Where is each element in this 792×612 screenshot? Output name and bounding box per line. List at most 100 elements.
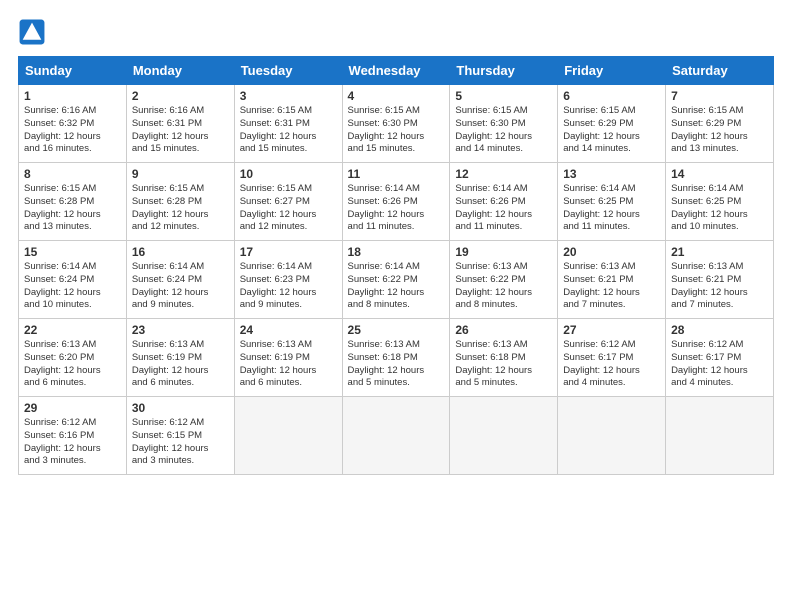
weekday-header-cell: Sunday: [19, 57, 127, 85]
cell-info-line: Daylight: 12 hours: [671, 365, 768, 378]
cell-info-line: Daylight: 12 hours: [132, 209, 229, 222]
calendar-cell: 25Sunrise: 6:13 AMSunset: 6:18 PMDayligh…: [342, 319, 450, 397]
day-number: 7: [671, 89, 768, 103]
cell-info-line: Daylight: 12 hours: [240, 365, 337, 378]
calendar-cell: 29Sunrise: 6:12 AMSunset: 6:16 PMDayligh…: [19, 397, 127, 475]
cell-info-line: Sunset: 6:18 PM: [455, 352, 552, 365]
weekday-header-cell: Wednesday: [342, 57, 450, 85]
cell-info-line: Sunrise: 6:13 AM: [24, 339, 121, 352]
cell-info-line: Daylight: 12 hours: [240, 209, 337, 222]
cell-info-line: Sunset: 6:24 PM: [132, 274, 229, 287]
cell-info-line: Sunset: 6:22 PM: [348, 274, 445, 287]
cell-info-line: Sunrise: 6:14 AM: [671, 183, 768, 196]
cell-info-line: Daylight: 12 hours: [348, 287, 445, 300]
cell-info-line: Daylight: 12 hours: [348, 209, 445, 222]
cell-info-line: Daylight: 12 hours: [240, 131, 337, 144]
day-number: 9: [132, 167, 229, 181]
cell-info-line: Sunset: 6:26 PM: [455, 196, 552, 209]
cell-info-line: Sunset: 6:18 PM: [348, 352, 445, 365]
cell-info-line: and 3 minutes.: [132, 455, 229, 468]
calendar-cell: 20Sunrise: 6:13 AMSunset: 6:21 PMDayligh…: [558, 241, 666, 319]
cell-info-line: Sunrise: 6:16 AM: [24, 105, 121, 118]
day-number: 16: [132, 245, 229, 259]
cell-info-line: Daylight: 12 hours: [563, 287, 660, 300]
calendar-cell: 14Sunrise: 6:14 AMSunset: 6:25 PMDayligh…: [666, 163, 774, 241]
cell-info-line: Daylight: 12 hours: [348, 131, 445, 144]
calendar-week-row: 1Sunrise: 6:16 AMSunset: 6:32 PMDaylight…: [19, 85, 774, 163]
calendar-cell: 3Sunrise: 6:15 AMSunset: 6:31 PMDaylight…: [234, 85, 342, 163]
cell-info-line: Sunrise: 6:15 AM: [240, 183, 337, 196]
day-number: 13: [563, 167, 660, 181]
cell-info-line: Sunset: 6:31 PM: [240, 118, 337, 131]
cell-info-line: and 8 minutes.: [455, 299, 552, 312]
calendar-cell: 18Sunrise: 6:14 AMSunset: 6:22 PMDayligh…: [342, 241, 450, 319]
day-number: 28: [671, 323, 768, 337]
cell-info-line: and 6 minutes.: [240, 377, 337, 390]
cell-info-line: Sunrise: 6:15 AM: [563, 105, 660, 118]
weekday-header-cell: Thursday: [450, 57, 558, 85]
cell-info-line: Daylight: 12 hours: [563, 131, 660, 144]
day-number: 18: [348, 245, 445, 259]
cell-info-line: and 5 minutes.: [455, 377, 552, 390]
calendar-cell: 21Sunrise: 6:13 AMSunset: 6:21 PMDayligh…: [666, 241, 774, 319]
logo-icon: [18, 18, 46, 46]
cell-info-line: Daylight: 12 hours: [24, 131, 121, 144]
cell-info-line: and 3 minutes.: [24, 455, 121, 468]
calendar-cell: 16Sunrise: 6:14 AMSunset: 6:24 PMDayligh…: [126, 241, 234, 319]
calendar-cell: 1Sunrise: 6:16 AMSunset: 6:32 PMDaylight…: [19, 85, 127, 163]
calendar-cell: [342, 397, 450, 475]
day-number: 11: [348, 167, 445, 181]
cell-info-line: and 13 minutes.: [671, 143, 768, 156]
cell-info-line: and 12 minutes.: [240, 221, 337, 234]
cell-info-line: Daylight: 12 hours: [563, 365, 660, 378]
cell-info-line: Sunset: 6:28 PM: [132, 196, 229, 209]
cell-info-line: Sunrise: 6:12 AM: [24, 417, 121, 430]
weekday-header-cell: Monday: [126, 57, 234, 85]
cell-info-line: Daylight: 12 hours: [455, 131, 552, 144]
calendar-cell: [450, 397, 558, 475]
cell-info-line: Sunset: 6:31 PM: [132, 118, 229, 131]
cell-info-line: Daylight: 12 hours: [132, 443, 229, 456]
cell-info-line: Sunrise: 6:15 AM: [240, 105, 337, 118]
cell-info-line: Sunset: 6:21 PM: [671, 274, 768, 287]
cell-info-line: Sunrise: 6:13 AM: [132, 339, 229, 352]
calendar-cell: 4Sunrise: 6:15 AMSunset: 6:30 PMDaylight…: [342, 85, 450, 163]
cell-info-line: and 15 minutes.: [132, 143, 229, 156]
day-number: 19: [455, 245, 552, 259]
cell-info-line: and 11 minutes.: [348, 221, 445, 234]
day-number: 21: [671, 245, 768, 259]
cell-info-line: Daylight: 12 hours: [671, 131, 768, 144]
cell-info-line: Sunset: 6:29 PM: [563, 118, 660, 131]
cell-info-line: Sunrise: 6:13 AM: [455, 261, 552, 274]
cell-info-line: Daylight: 12 hours: [132, 365, 229, 378]
calendar-cell: 13Sunrise: 6:14 AMSunset: 6:25 PMDayligh…: [558, 163, 666, 241]
cell-info-line: Sunset: 6:22 PM: [455, 274, 552, 287]
cell-info-line: Sunrise: 6:15 AM: [24, 183, 121, 196]
calendar-cell: 8Sunrise: 6:15 AMSunset: 6:28 PMDaylight…: [19, 163, 127, 241]
day-number: 6: [563, 89, 660, 103]
day-number: 1: [24, 89, 121, 103]
cell-info-line: Daylight: 12 hours: [132, 287, 229, 300]
calendar-week-row: 8Sunrise: 6:15 AMSunset: 6:28 PMDaylight…: [19, 163, 774, 241]
day-number: 26: [455, 323, 552, 337]
day-number: 17: [240, 245, 337, 259]
day-number: 4: [348, 89, 445, 103]
cell-info-line: and 6 minutes.: [24, 377, 121, 390]
cell-info-line: Sunset: 6:21 PM: [563, 274, 660, 287]
cell-info-line: Sunset: 6:30 PM: [455, 118, 552, 131]
day-number: 5: [455, 89, 552, 103]
page: SundayMondayTuesdayWednesdayThursdayFrid…: [0, 0, 792, 485]
cell-info-line: Daylight: 12 hours: [24, 365, 121, 378]
day-number: 12: [455, 167, 552, 181]
cell-info-line: and 6 minutes.: [132, 377, 229, 390]
calendar-cell: 19Sunrise: 6:13 AMSunset: 6:22 PMDayligh…: [450, 241, 558, 319]
calendar-cell: [234, 397, 342, 475]
cell-info-line: and 15 minutes.: [240, 143, 337, 156]
cell-info-line: Daylight: 12 hours: [24, 443, 121, 456]
weekday-header-cell: Saturday: [666, 57, 774, 85]
cell-info-line: Sunset: 6:25 PM: [563, 196, 660, 209]
cell-info-line: Sunset: 6:26 PM: [348, 196, 445, 209]
cell-info-line: Sunrise: 6:16 AM: [132, 105, 229, 118]
cell-info-line: and 16 minutes.: [24, 143, 121, 156]
header: [18, 18, 774, 46]
